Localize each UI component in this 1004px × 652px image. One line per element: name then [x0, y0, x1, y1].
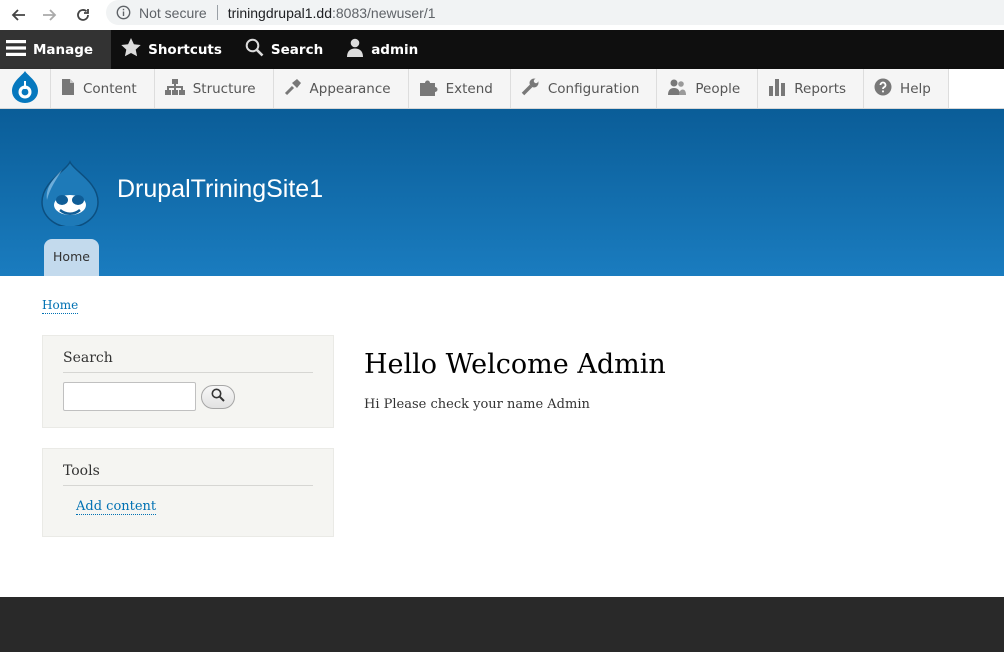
toolbar-tab-label: admin: [371, 41, 419, 58]
url-bar[interactable]: Not secure triningdrupal1.dd:8083/newuse…: [106, 0, 1004, 25]
admin-tray: Content Structure Appearance Extend Conf…: [0, 69, 1004, 109]
puzzle-icon: [419, 78, 446, 100]
toolbar-tab-label: Search: [270, 41, 324, 58]
search-submit-button[interactable]: [201, 384, 235, 409]
forward-button[interactable]: [34, 0, 66, 30]
people-icon: [667, 78, 695, 100]
tray-item-label: Reports: [794, 80, 847, 97]
search-block-title: Search: [63, 350, 313, 373]
security-status: Not secure: [139, 4, 207, 21]
wrench-icon: [521, 77, 548, 100]
reload-button[interactable]: [67, 0, 99, 30]
search-icon: [245, 38, 271, 61]
drupal-drop-icon: [10, 70, 40, 108]
tray-item-label: People: [695, 80, 741, 97]
tray-item-label: Extend: [445, 80, 493, 97]
url-host: triningdrupal1.dd: [227, 4, 332, 21]
browser-address-bar: Not secure triningdrupal1.dd:8083/newuse…: [0, 0, 1004, 30]
magnifier-icon: [211, 387, 225, 406]
tray-item-people[interactable]: People: [657, 69, 759, 108]
tray-item-label: Content: [83, 80, 137, 97]
site-header: DrupalTriningSite1 Home: [0, 109, 1004, 276]
toolbar-tab-shortcuts[interactable]: Shortcuts: [111, 30, 235, 69]
tray-item-label: Configuration: [547, 80, 640, 97]
site-footer: [0, 597, 1004, 652]
tray-item-label: Help: [900, 80, 931, 97]
file-icon: [61, 78, 83, 100]
search-block: Search: [42, 335, 334, 428]
add-content-link[interactable]: Add content: [76, 499, 157, 515]
nav-tab-label: Home: [53, 249, 90, 264]
tray-item-label: Appearance: [309, 80, 391, 97]
breadcrumb-home-link[interactable]: Home: [42, 297, 79, 314]
toolbar-tab-search[interactable]: Search: [235, 30, 336, 69]
hamburger-icon: [6, 39, 33, 61]
tray-item-reports[interactable]: Reports: [758, 69, 865, 108]
admin-toolbar: Manage Shortcuts Search admin: [0, 30, 1004, 69]
toolbar-tab-user[interactable]: admin: [336, 30, 431, 69]
bar-chart-icon: [768, 78, 794, 100]
drupal-logo-icon[interactable]: [40, 160, 100, 228]
back-arrow-icon: [10, 7, 26, 23]
toolbar-tab-label: Shortcuts: [148, 41, 222, 58]
tray-item-help[interactable]: Help: [864, 69, 949, 108]
toolbar-tab-manage[interactable]: Manage: [0, 30, 112, 69]
tray-item-content[interactable]: Content: [51, 69, 155, 108]
tools-block: Tools Add content: [42, 448, 334, 537]
search-input[interactable]: [63, 382, 196, 411]
forward-arrow-icon: [42, 7, 58, 23]
brush-icon: [284, 78, 310, 100]
site-name[interactable]: DrupalTriningSite1: [117, 175, 323, 204]
tray-item-structure[interactable]: Structure: [154, 69, 274, 108]
url-path: :8083/newuser/1: [332, 4, 436, 21]
tray-item-appearance[interactable]: Appearance: [273, 69, 409, 108]
drupal-home-link[interactable]: [0, 69, 51, 108]
help-icon: [874, 78, 900, 100]
page-title: Hello Welcome Admin: [364, 349, 666, 380]
sitemap-icon: [164, 78, 193, 100]
toolbar-tab-label: Manage: [33, 41, 94, 58]
nav-tab-home[interactable]: Home: [44, 239, 99, 276]
info-icon[interactable]: [116, 5, 131, 20]
tools-block-title: Tools: [63, 463, 313, 486]
tray-item-label: Structure: [192, 80, 256, 97]
star-icon: [121, 38, 148, 61]
back-button[interactable]: [2, 0, 34, 30]
tray-item-configuration[interactable]: Configuration: [510, 69, 658, 108]
user-icon: [346, 38, 371, 61]
search-form: [63, 382, 313, 411]
page-body-text: Hi Please check your name Admin: [364, 397, 590, 412]
url-separator: [216, 5, 218, 20]
reload-icon: [75, 7, 91, 23]
tray-item-extend[interactable]: Extend: [408, 69, 511, 108]
